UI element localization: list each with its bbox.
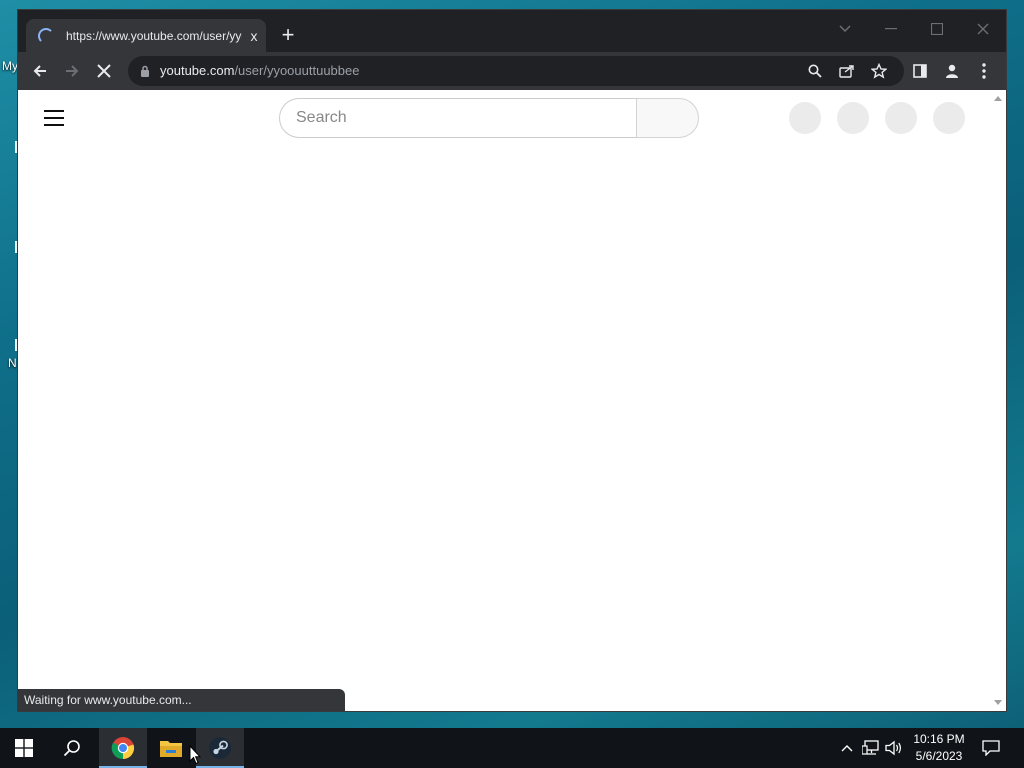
guide-menu-button[interactable]	[44, 110, 64, 126]
chrome-window: https://www.youtube.com/user/yyoouuttuub…	[18, 10, 1006, 711]
stop-x-icon	[97, 64, 111, 78]
bookmark-button[interactable]	[868, 61, 890, 81]
kebab-menu-icon	[982, 63, 986, 79]
lock-icon[interactable]	[140, 65, 150, 77]
close-icon	[977, 23, 989, 35]
hamburger-line	[44, 117, 64, 119]
show-hidden-icons-button[interactable]	[838, 739, 856, 757]
zoom-search-button[interactable]	[804, 61, 826, 81]
search-input[interactable]	[280, 99, 637, 137]
address-bar[interactable]: youtube.com/user/yyoouuttuubbee	[128, 56, 904, 86]
person-icon	[946, 64, 958, 78]
search-box	[279, 98, 637, 138]
scroll-up-arrow-icon[interactable]	[994, 96, 1002, 101]
tab-youtube[interactable]: https://www.youtube.com/user/yyoouuttuub…	[26, 19, 266, 52]
desktop-icon-label-my[interactable]: My	[2, 59, 18, 73]
tab-close-icon[interactable]: x	[246, 28, 262, 44]
page-scrollbar[interactable]	[991, 90, 1006, 711]
url-domain: youtube.com	[160, 63, 235, 78]
desktop-icon-label-n[interactable]: N	[8, 356, 17, 370]
volume-tray-button[interactable]	[885, 739, 903, 757]
share-button[interactable]	[836, 61, 858, 81]
loading-spinner-icon	[38, 27, 54, 44]
profile-button[interactable]	[938, 57, 966, 85]
star-icon	[871, 63, 887, 79]
placeholder-icon-1	[789, 102, 821, 134]
network-tray-button[interactable]	[862, 739, 880, 757]
chevron-up-icon	[841, 745, 853, 752]
tab-search-button[interactable]	[822, 14, 868, 44]
notification-icon	[982, 740, 1000, 756]
network-icon	[862, 740, 879, 755]
close-window-button[interactable]	[960, 14, 1006, 44]
placeholder-icon-2	[837, 102, 869, 134]
side-panel-button[interactable]	[906, 57, 934, 85]
maximize-icon	[931, 23, 943, 35]
taskbar-clock[interactable]: 10:16 PM 5/6/2023	[908, 731, 970, 765]
new-tab-button[interactable]: +	[276, 24, 300, 48]
stop-loading-button[interactable]	[90, 57, 118, 85]
speaker-icon	[885, 740, 901, 756]
magnifier-icon	[808, 64, 822, 78]
placeholder-avatar	[933, 102, 965, 134]
forward-button[interactable]	[58, 57, 86, 85]
hamburger-line	[44, 110, 64, 112]
url-path: /user/yyoouuttuubbee	[234, 63, 360, 78]
clock-date: 5/6/2023	[915, 749, 963, 763]
minimize-icon	[885, 28, 897, 30]
hamburger-line	[44, 124, 64, 126]
scroll-down-arrow-icon[interactable]	[994, 700, 1002, 705]
status-bubble: Waiting for www.youtube.com...	[18, 689, 345, 711]
search-taskbar-button[interactable]	[48, 728, 96, 768]
start-button[interactable]	[0, 728, 48, 768]
youtube-page	[18, 90, 1006, 711]
search-button[interactable]	[636, 98, 699, 138]
back-button[interactable]	[26, 57, 54, 85]
chevron-down-icon	[839, 25, 851, 33]
side-panel-icon	[913, 64, 927, 78]
arrow-left-icon	[33, 65, 46, 77]
maximize-button[interactable]	[914, 14, 960, 44]
taskbar-file-explorer[interactable]	[147, 728, 195, 768]
folder-icon	[160, 741, 182, 757]
chrome-menu-button[interactable]	[970, 57, 998, 85]
action-center-button[interactable]	[982, 739, 1000, 757]
windows-taskbar: 10:16 PM 5/6/2023	[0, 728, 1024, 768]
url-text[interactable]: youtube.com/user/yyoouuttuubbee	[160, 63, 359, 78]
steam-icon	[209, 737, 231, 759]
taskbar-chrome[interactable]	[99, 728, 147, 768]
chrome-icon	[111, 737, 135, 760]
taskbar-steam[interactable]	[196, 728, 244, 768]
arrow-right-icon	[66, 65, 79, 77]
clock-time: 10:16 PM	[913, 732, 965, 746]
search-icon	[63, 740, 80, 757]
minimize-button[interactable]	[868, 14, 914, 44]
browser-toolbar: youtube.com/user/yyoouuttuubbee	[18, 52, 1006, 90]
tab-title: https://www.youtube.com/user/yyoouuttuub…	[66, 28, 242, 43]
mouse-cursor-icon	[189, 745, 201, 765]
placeholder-icon-3	[885, 102, 917, 134]
tab-strip: https://www.youtube.com/user/yyoouuttuub…	[18, 10, 1006, 52]
windows-logo-icon	[15, 739, 33, 757]
share-icon	[839, 65, 854, 78]
